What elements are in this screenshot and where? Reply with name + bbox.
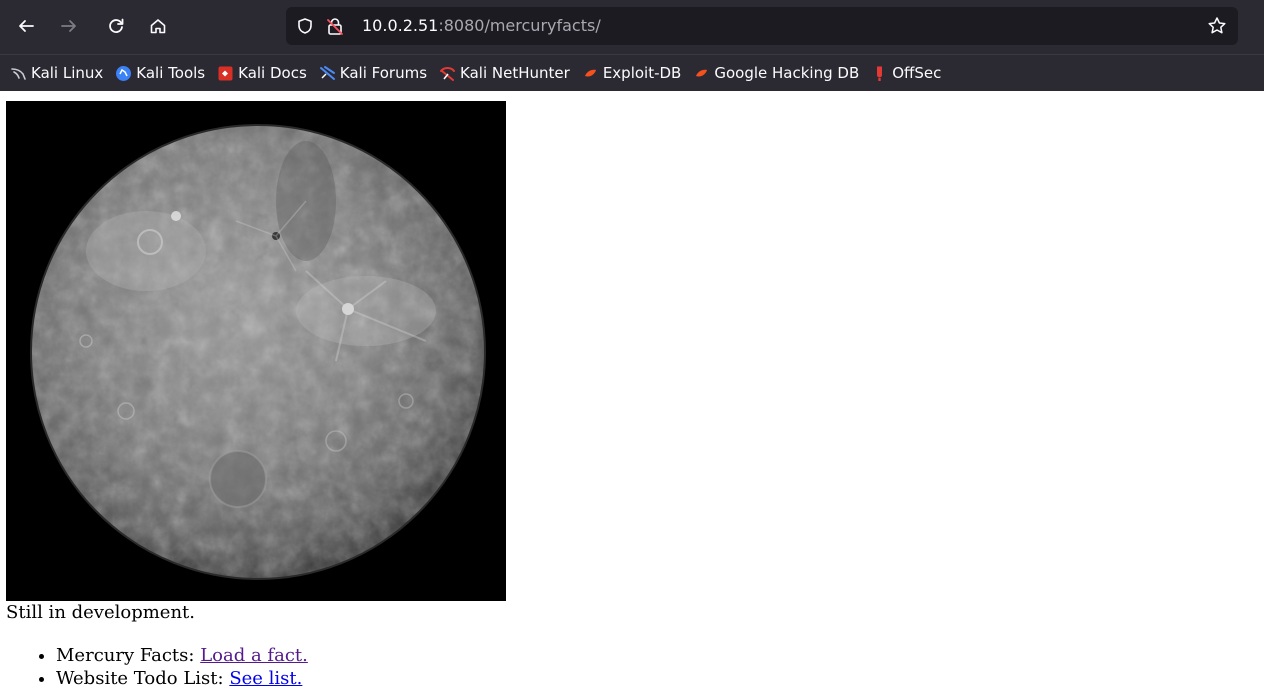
tracking-protection-shield-icon[interactable]	[294, 15, 316, 37]
list-item-label: Mercury Facts:	[56, 645, 201, 666]
bookmark-kali-nethunter[interactable]: Kali NetHunter	[439, 64, 570, 82]
link-list: Mercury Facts: Load a fact. Website Todo…	[36, 644, 308, 690]
navigation-toolbar: 10.0.2.51:8080/mercuryfacts/	[0, 0, 1264, 54]
reload-icon[interactable]	[100, 10, 132, 42]
bookmark-label: OffSec	[892, 64, 942, 82]
list-item: Website Todo List: See list.	[56, 667, 308, 690]
ghdb-icon	[696, 69, 708, 77]
load-fact-link[interactable]: Load a fact.	[200, 645, 308, 666]
bookmark-label: Kali Docs	[238, 64, 307, 82]
bookmark-label: Kali NetHunter	[460, 64, 570, 82]
page-content: Still in development. Mercury Facts: Loa…	[0, 91, 1264, 699]
kali-nethunter-icon	[440, 66, 456, 81]
bookmark-kali-linux[interactable]: Kali Linux	[10, 64, 103, 82]
url-bar[interactable]: 10.0.2.51:8080/mercuryfacts/	[286, 7, 1238, 45]
offsec-icon	[877, 66, 883, 81]
bookmark-label: Google Hacking DB	[714, 64, 860, 82]
bookmark-kali-docs[interactable]: Kali Docs	[217, 64, 307, 82]
bookmark-star-icon[interactable]	[1206, 15, 1228, 37]
bookmark-exploit-db[interactable]: Exploit-DB	[582, 64, 682, 82]
back-arrow-icon[interactable]	[10, 10, 42, 42]
kali-docs-icon	[218, 66, 233, 80]
home-icon[interactable]	[142, 10, 174, 42]
url-path: :8080/mercuryfacts/	[438, 16, 601, 35]
mercury-image	[6, 101, 506, 601]
status-text: Still in development.	[6, 602, 196, 623]
kali-forums-icon	[319, 65, 335, 80]
url-text[interactable]: 10.0.2.51:8080/mercuryfacts/	[362, 16, 601, 35]
url-host: 10.0.2.51	[362, 16, 439, 35]
kali-tools-icon	[116, 65, 132, 81]
list-item: Mercury Facts: Load a fact.	[56, 644, 308, 667]
bookmark-label: Kali Linux	[31, 64, 104, 82]
bookmark-label: Kali Forums	[339, 64, 428, 82]
bookmark-offsec[interactable]: OffSec	[871, 64, 941, 82]
insecure-connection-lock-icon[interactable]	[324, 15, 346, 37]
bookmarks-toolbar: Kali Linux Kali Tools Kali Docs Kali For…	[0, 54, 1264, 91]
list-item-label: Website Todo List:	[56, 668, 230, 689]
kali-dragon-icon	[11, 67, 26, 80]
see-todo-list-link[interactable]: See list.	[229, 668, 302, 689]
bookmark-label: Kali Tools	[136, 64, 206, 82]
bookmark-kali-forums[interactable]: Kali Forums	[319, 64, 427, 82]
bookmark-label: Exploit-DB	[602, 64, 682, 82]
mercury-planet-picture	[6, 101, 506, 601]
forward-arrow-icon[interactable]	[53, 10, 85, 42]
bookmark-kali-tools[interactable]: Kali Tools	[115, 64, 205, 82]
bookmark-google-hacking-db[interactable]: Google Hacking DB	[693, 64, 859, 82]
exploit-db-icon	[584, 69, 596, 77]
browser-chrome: 10.0.2.51:8080/mercuryfacts/ Kali Linux …	[0, 0, 1264, 91]
